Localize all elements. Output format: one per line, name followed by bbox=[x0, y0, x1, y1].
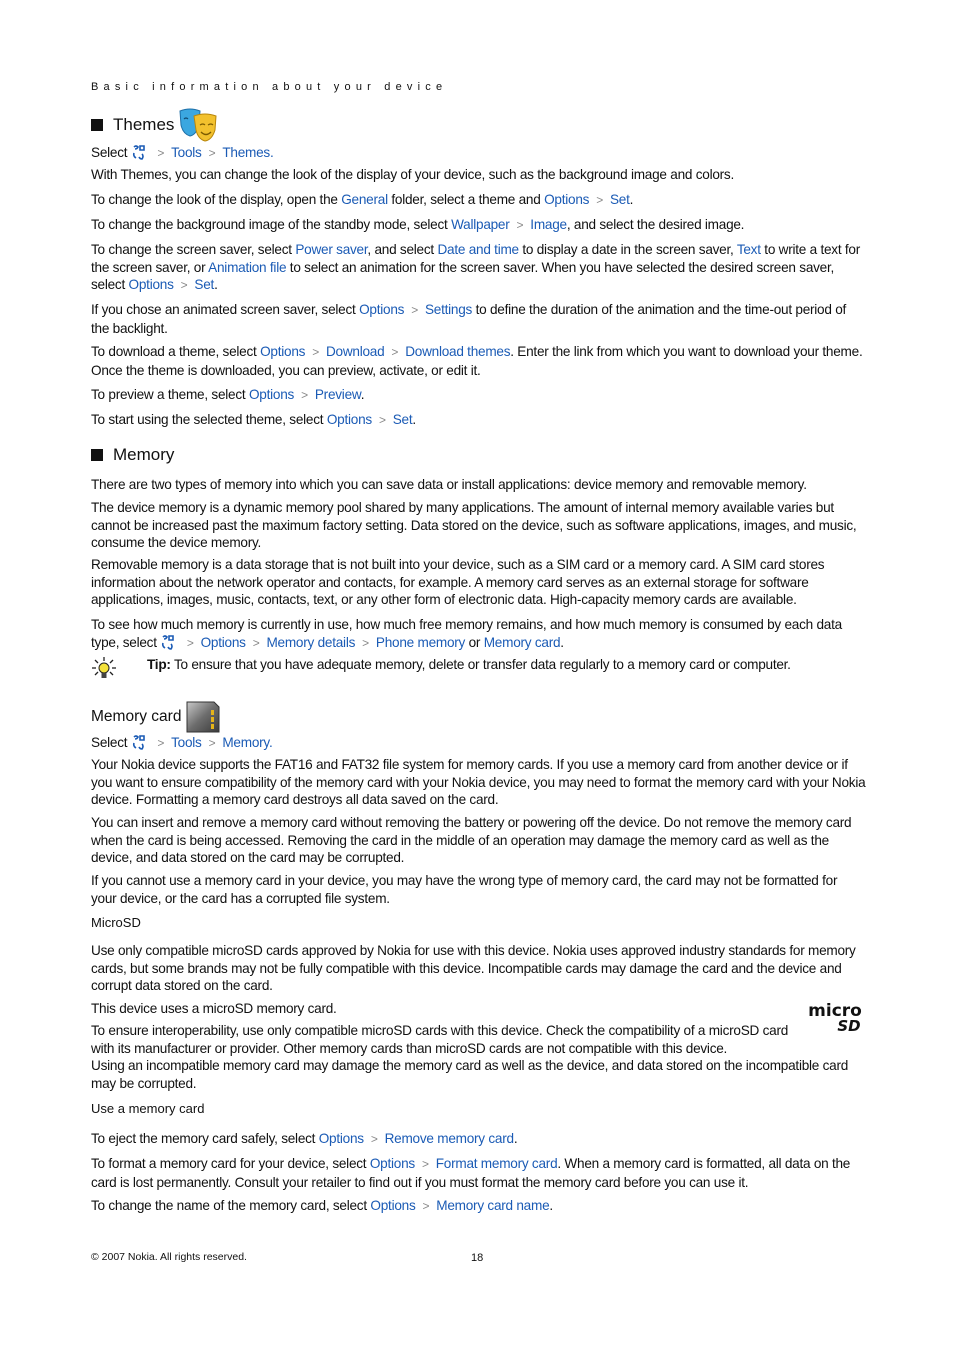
separator-icon: > bbox=[411, 303, 418, 317]
paragraph: To preview a theme, select Options > Previ… bbox=[91, 386, 866, 405]
heading-text: Memory bbox=[113, 445, 175, 464]
theater-masks-icon bbox=[179, 108, 217, 142]
separator-icon: > bbox=[252, 635, 260, 650]
paragraph: If you chose an animated screen saver, s… bbox=[91, 302, 847, 336]
heading-text: Memory card bbox=[91, 708, 182, 725]
microsd-logo-icon: micro SD bbox=[808, 1001, 862, 1033]
separator-icon: > bbox=[186, 635, 194, 650]
separator-icon: > bbox=[208, 736, 216, 750]
link-date-and-time[interactable]: Date and time bbox=[437, 242, 519, 257]
subheading-microsd: MicroSD bbox=[91, 915, 141, 930]
paragraph: To see how much memory is currently in u… bbox=[91, 616, 866, 652]
link-preview[interactable]: Preview bbox=[315, 387, 361, 402]
link-download-themes[interactable]: Download themes bbox=[405, 344, 510, 359]
microsd-logo-bottom: SD bbox=[837, 1017, 860, 1033]
menu-key-icon bbox=[132, 145, 145, 160]
paragraph: With Themes, you can change the look of … bbox=[91, 167, 735, 182]
link-memory-details[interactable]: Memory details bbox=[266, 635, 355, 650]
paragraph: The device memory is a dynamic memory po… bbox=[91, 500, 857, 550]
running-head: Basic information about your device bbox=[91, 81, 448, 93]
paragraph: To download a theme, select Options > Down… bbox=[91, 344, 863, 378]
menu-link-themes[interactable]: Themes bbox=[222, 145, 270, 160]
subheading-use-memory-card: Use a memory card bbox=[91, 1101, 205, 1116]
footer-copyright: © 2007 Nokia. All rights reserved. bbox=[91, 1251, 247, 1263]
link-options[interactable]: Options bbox=[201, 635, 246, 650]
menu-link-memory[interactable]: Memory bbox=[222, 735, 269, 750]
paragraph: If you cannot use a memory card in your … bbox=[91, 873, 838, 906]
link-image[interactable]: Image bbox=[530, 217, 567, 232]
section-heading-themes: Themes bbox=[91, 107, 218, 143]
link-format-memory-card[interactable]: Format memory card bbox=[436, 1156, 558, 1171]
link-options[interactable]: Options bbox=[544, 192, 589, 207]
link-set[interactable]: Set bbox=[610, 192, 630, 207]
separator-icon: > bbox=[362, 635, 369, 650]
link-settings[interactable]: Settings bbox=[425, 302, 472, 317]
link-set[interactable]: Set bbox=[194, 277, 214, 292]
link-power-saver[interactable]: Power saver bbox=[295, 242, 367, 257]
paragraph: To ensure interoperability, use only com… bbox=[91, 1023, 789, 1056]
separator-icon: > bbox=[378, 413, 386, 427]
paragraph: To format a memory card for your device,… bbox=[91, 1156, 851, 1190]
paragraph: To change the screen saver, select Power… bbox=[91, 241, 866, 295]
link-text[interactable]: Text bbox=[737, 242, 761, 257]
section-heading-memory-card: Memory card bbox=[91, 700, 222, 734]
section-heading-memory: Memory bbox=[91, 445, 174, 465]
link-options[interactable]: Options bbox=[129, 277, 174, 292]
link-options[interactable]: Options bbox=[327, 412, 372, 427]
link-options[interactable]: Options bbox=[260, 344, 305, 359]
link-general[interactable]: General bbox=[341, 192, 388, 207]
link-options[interactable]: Options bbox=[319, 1131, 364, 1146]
heading-bullet bbox=[91, 449, 103, 461]
paragraph: Removable memory is a data storage that … bbox=[91, 557, 825, 607]
menu-key-icon bbox=[132, 735, 145, 750]
paragraph: To eject the memory card safely, select … bbox=[91, 1130, 866, 1149]
tip-paragraph: Tip: To ensure that you have adequate me… bbox=[147, 657, 791, 672]
link-memory-card-name[interactable]: Memory card name bbox=[436, 1198, 549, 1213]
paragraph: This device uses a microSD memory card. bbox=[91, 1001, 337, 1016]
separator-icon: > bbox=[157, 736, 165, 750]
paragraph: You can insert and remove a memory card … bbox=[91, 815, 852, 865]
link-memory-card[interactable]: Memory card bbox=[484, 635, 561, 650]
paragraph: To change the background image of the st… bbox=[91, 216, 866, 235]
link-options[interactable]: Options bbox=[370, 1156, 415, 1171]
paragraph: To change the name of the memory card, s… bbox=[91, 1197, 866, 1216]
link-download[interactable]: Download bbox=[326, 344, 385, 359]
heading-text: Themes bbox=[113, 115, 175, 134]
separator-icon: > bbox=[301, 388, 308, 402]
link-phone-memory[interactable]: Phone memory bbox=[376, 635, 465, 650]
separator-icon: > bbox=[312, 345, 319, 359]
separator-icon: > bbox=[208, 146, 216, 160]
separator-icon: > bbox=[180, 278, 188, 292]
separator-icon: > bbox=[516, 218, 524, 232]
link-options[interactable]: Options bbox=[249, 387, 294, 402]
link-options[interactable]: Options bbox=[359, 302, 404, 317]
separator-icon: > bbox=[370, 1132, 378, 1146]
separator-icon: > bbox=[157, 146, 165, 160]
lightbulb-tip-icon bbox=[92, 657, 116, 678]
link-options[interactable]: Options bbox=[370, 1198, 415, 1213]
memory-card-icon bbox=[186, 701, 220, 733]
tip-label: Tip: bbox=[147, 657, 171, 672]
link-wallpaper[interactable]: Wallpaper bbox=[451, 217, 510, 232]
paragraph: Use only compatible microSD cards approv… bbox=[91, 943, 856, 993]
themes-path: Select > Tools > Themes. bbox=[91, 144, 866, 163]
separator-icon: > bbox=[422, 1199, 430, 1213]
menu-key-icon bbox=[162, 634, 175, 650]
menu-link-tools[interactable]: Tools bbox=[171, 735, 202, 750]
link-set[interactable]: Set bbox=[393, 412, 413, 427]
paragraph: There are two types of memory into which… bbox=[91, 477, 807, 492]
separator-icon: > bbox=[391, 345, 399, 359]
paragraph: To start using the selected theme, selec… bbox=[91, 411, 866, 430]
memory-card-path: Select > Tools > Memory. bbox=[91, 734, 866, 753]
paragraph: Using an incompatible memory card may da… bbox=[91, 1058, 849, 1091]
separator-icon: > bbox=[421, 1157, 429, 1171]
separator-icon: > bbox=[596, 193, 603, 207]
menu-link-tools[interactable]: Tools bbox=[171, 145, 202, 160]
link-remove-memory-card[interactable]: Remove memory card bbox=[385, 1131, 514, 1146]
paragraph: Your Nokia device supports the FAT16 and… bbox=[91, 757, 866, 807]
page-number: 18 bbox=[471, 1252, 484, 1264]
link-animation-file[interactable]: Animation file bbox=[208, 260, 286, 275]
heading-bullet bbox=[91, 119, 103, 131]
paragraph: To change the look of the display, open … bbox=[91, 191, 866, 210]
